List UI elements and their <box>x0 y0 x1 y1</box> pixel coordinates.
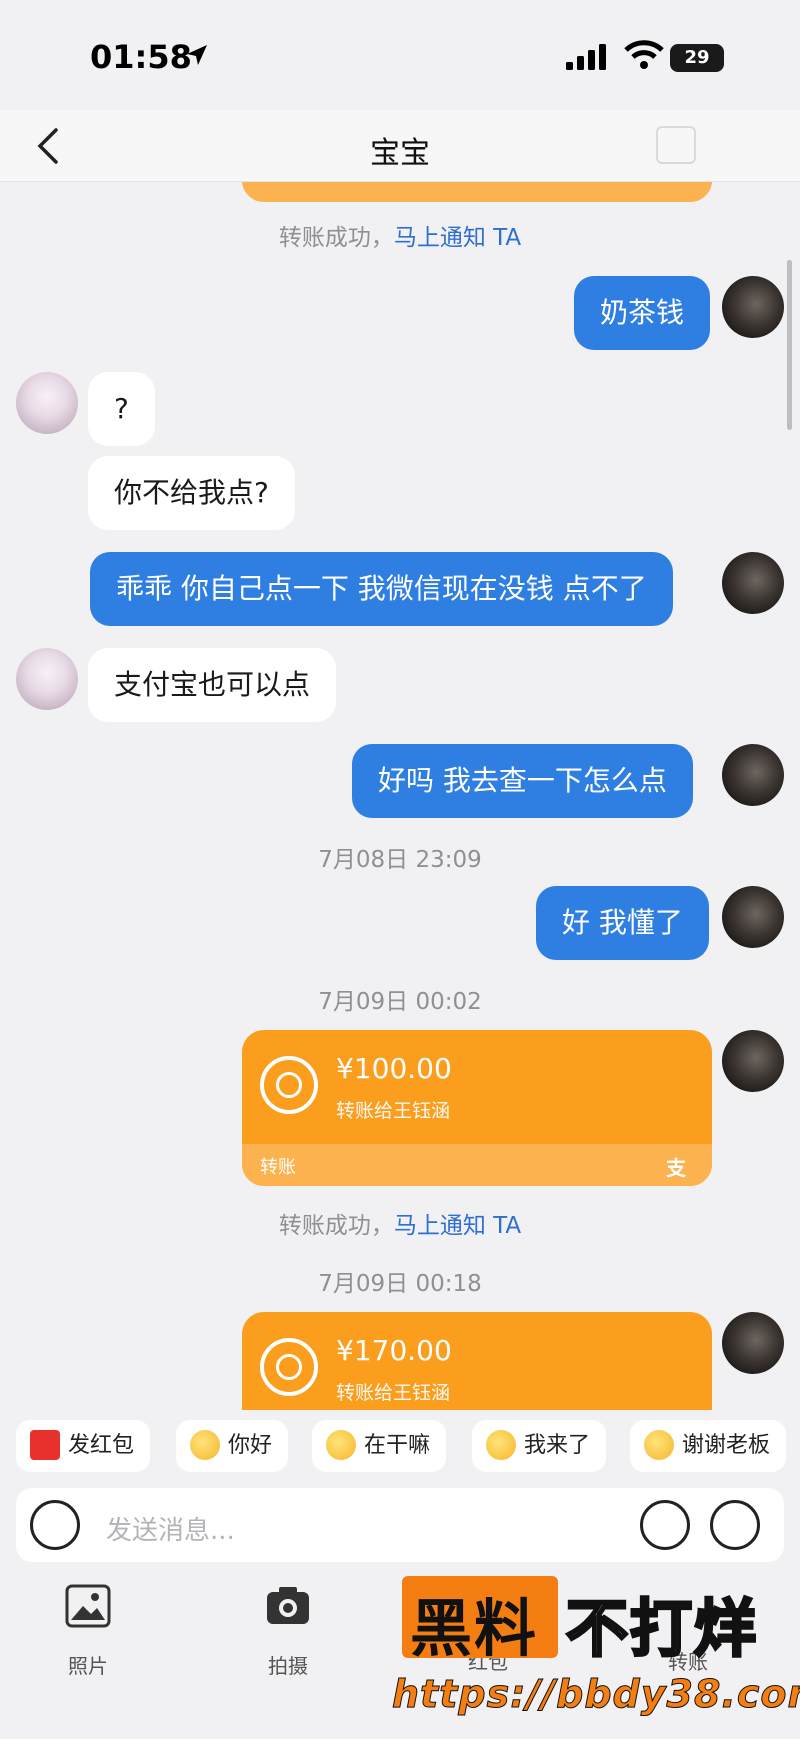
message-input[interactable]: 发送消息... <box>106 1510 235 1547</box>
red-packet-icon <box>30 1430 60 1460</box>
watermark: 黑料 不打烊 https://bbdy38.com <box>391 1576 800 1726</box>
avatar-me[interactable] <box>722 1312 784 1374</box>
transfer-card[interactable]: ¥170.00 转账给王钰涵 <box>242 1312 712 1410</box>
timestamp: 7月08日 23:09 <box>318 847 482 873</box>
emoji-button[interactable] <box>640 1500 690 1550</box>
transfer-recipient: 转账给王钰涵 <box>336 1100 451 1122</box>
avatar-me[interactable] <box>722 552 784 614</box>
status-bar: 01:58 29 <box>0 0 800 110</box>
message-bubble-outgoing[interactable]: 奶茶钱 <box>574 276 711 350</box>
notify-link[interactable]: 马上通知 TA <box>394 225 521 251</box>
transfer-footer: 转账 支 <box>242 1144 712 1186</box>
voice-icon[interactable] <box>30 1500 80 1550</box>
status-time: 01:58 <box>90 38 192 76</box>
plus-button[interactable] <box>710 1500 760 1550</box>
avatar-me[interactable] <box>722 886 784 948</box>
message-bubble-incoming[interactable]: 支付宝也可以点 <box>88 648 337 722</box>
tool-photo[interactable]: 照片 <box>28 1584 148 1679</box>
transfer-label: 转账 <box>260 1157 296 1178</box>
quick-reply-coming[interactable]: 我来了 <box>472 1420 607 1472</box>
avatar-me[interactable] <box>722 276 784 338</box>
tool-camera[interactable]: 拍摄 <box>228 1584 348 1679</box>
message-bubble-incoming[interactable]: ? <box>88 372 155 446</box>
quick-reply-whats-up[interactable]: 在干嘛 <box>312 1420 447 1472</box>
transfer-amount: ¥100.00 <box>336 1052 452 1085</box>
watermark-brand-suffix: 不打烊 <box>564 1591 759 1667</box>
avatar-me[interactable] <box>722 744 784 806</box>
battery-indicator: 29 <box>670 44 724 72</box>
timestamp: 7月09日 00:02 <box>318 989 482 1015</box>
wifi-icon <box>624 40 664 69</box>
watermark-brand: 黑料 <box>410 1592 539 1665</box>
quick-reply-hello[interactable]: 你好 <box>176 1420 289 1472</box>
quick-reply-bar: 发红包 你好 在干嘛 我来了 谢谢老板 <box>0 1420 800 1476</box>
transfer-icon <box>260 1056 318 1114</box>
message-input-bar: 发送消息... <box>16 1488 784 1562</box>
avatar-contact[interactable] <box>16 648 78 710</box>
photo-icon <box>65 1584 111 1628</box>
transfer-card-partial[interactable] <box>242 182 712 202</box>
notify-link[interactable]: 马上通知 TA <box>394 1213 521 1239</box>
more-icon[interactable] <box>656 126 696 164</box>
quick-reply-red-packet[interactable]: 发红包 <box>16 1420 151 1472</box>
location-arrow-icon <box>187 45 207 65</box>
emoji-icon <box>190 1430 220 1460</box>
watermark-url: https://bbdy38.com <box>391 1672 800 1717</box>
transfer-icon <box>260 1338 318 1396</box>
message-bubble-outgoing[interactable]: 好吗 我去查一下怎么点 <box>352 744 693 818</box>
timestamp: 7月09日 00:18 <box>318 1271 482 1297</box>
transfer-amount: ¥170.00 <box>336 1334 452 1367</box>
avatar-contact[interactable] <box>16 372 78 434</box>
chat-area[interactable]: 转账成功，马上通知 TA 奶茶钱 ? 你不给我点? 乖乖 你自己点一下 我微信现… <box>0 182 800 1410</box>
message-bubble-outgoing[interactable]: 乖乖 你自己点一下 我微信现在没钱 点不了 <box>90 552 673 626</box>
transfer-recipient: 转账给王钰涵 <box>336 1382 451 1404</box>
emoji-icon <box>326 1430 356 1460</box>
transfer-success-note: 转账成功，马上通知 TA <box>278 225 522 251</box>
emoji-icon <box>644 1430 674 1460</box>
transfer-card[interactable]: ¥100.00 转账给王钰涵 转账 支 <box>242 1030 712 1186</box>
avatar-me[interactable] <box>722 1030 784 1092</box>
scrollbar[interactable] <box>787 260 792 430</box>
nav-bar: 宝宝 <box>0 110 800 182</box>
message-bubble-incoming[interactable]: 你不给我点? <box>88 456 295 530</box>
camera-icon <box>267 1587 309 1624</box>
message-bubble-outgoing[interactable]: 好 我懂了 <box>536 886 709 960</box>
cellular-signal-icon <box>566 44 606 70</box>
alipay-icon: 支 <box>666 1156 686 1180</box>
transfer-success-note: 转账成功，马上通知 TA <box>278 1213 522 1239</box>
quick-reply-thanks[interactable]: 谢谢老板 <box>630 1420 787 1472</box>
sunglasses-emoji-icon <box>486 1430 516 1460</box>
